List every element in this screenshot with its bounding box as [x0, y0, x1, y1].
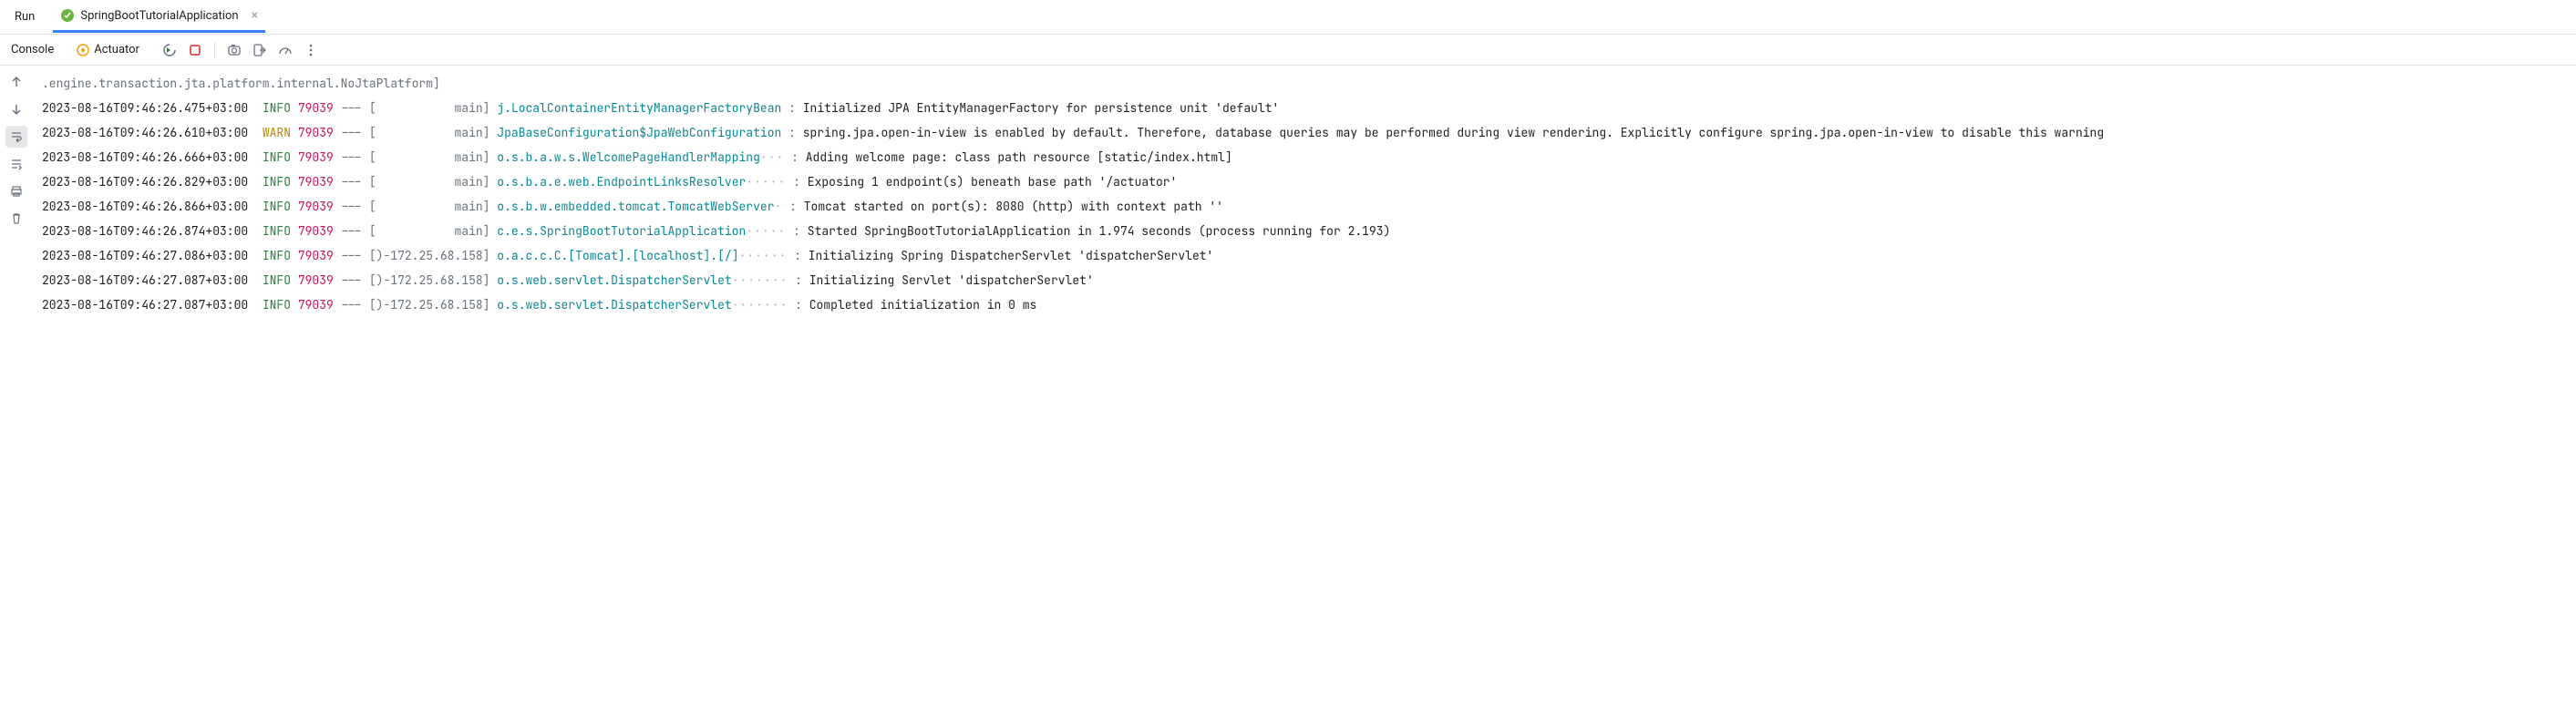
- scroll-end-button[interactable]: [5, 153, 27, 175]
- console-tab[interactable]: Console: [11, 43, 54, 56]
- run-tab[interactable]: SpringBootTutorialApplication ×: [53, 1, 265, 33]
- actuator-label: Actuator: [94, 43, 139, 56]
- run-tool-label: Run: [11, 3, 38, 31]
- divider: [214, 42, 215, 58]
- exit-button[interactable]: [248, 38, 272, 62]
- log-line: 2023-08-16T09:46:26.866+03:00 INFO 79039…: [42, 194, 2563, 219]
- print-button[interactable]: [5, 180, 27, 202]
- scroll-down-button[interactable]: [5, 98, 27, 120]
- log-line: 2023-08-16T09:46:27.086+03:00 INFO 79039…: [42, 243, 2563, 268]
- gutter: [0, 66, 33, 323]
- dashboard-button[interactable]: [273, 38, 297, 62]
- tab-label: SpringBootTutorialApplication: [80, 9, 238, 23]
- soft-wrap-button[interactable]: [5, 126, 27, 148]
- clear-button[interactable]: [5, 208, 27, 230]
- log-line: 2023-08-16T09:46:26.666+03:00 INFO 79039…: [42, 145, 2563, 169]
- header-bar: Run SpringBootTutorialApplication ×: [0, 0, 2576, 35]
- log-line: 2023-08-16T09:46:26.610+03:00 WARN 79039…: [42, 120, 2563, 145]
- scroll-up-button[interactable]: [5, 71, 27, 93]
- spring-icon: [60, 8, 75, 23]
- close-icon[interactable]: ×: [252, 8, 258, 23]
- console-output[interactable]: .engine.transaction.jta.platform.interna…: [33, 66, 2576, 323]
- rerun-button[interactable]: [158, 38, 181, 62]
- more-button[interactable]: [299, 38, 323, 62]
- log-line: .engine.transaction.jta.platform.interna…: [42, 71, 2563, 96]
- toolbar: Console Actuator: [0, 35, 2576, 66]
- log-line: 2023-08-16T09:46:27.087+03:00 INFO 79039…: [42, 268, 2563, 292]
- snapshot-button[interactable]: [222, 38, 246, 62]
- stop-button[interactable]: [183, 38, 207, 62]
- log-line: 2023-08-16T09:46:26.829+03:00 INFO 79039…: [42, 169, 2563, 194]
- main-area: .engine.transaction.jta.platform.interna…: [0, 66, 2576, 323]
- actuator-icon: [76, 43, 90, 57]
- log-line: 2023-08-16T09:46:26.475+03:00 INFO 79039…: [42, 96, 2563, 120]
- actuator-tab[interactable]: Actuator: [68, 41, 147, 59]
- log-line: 2023-08-16T09:46:26.874+03:00 INFO 79039…: [42, 219, 2563, 243]
- log-line: 2023-08-16T09:46:27.087+03:00 INFO 79039…: [42, 292, 2563, 317]
